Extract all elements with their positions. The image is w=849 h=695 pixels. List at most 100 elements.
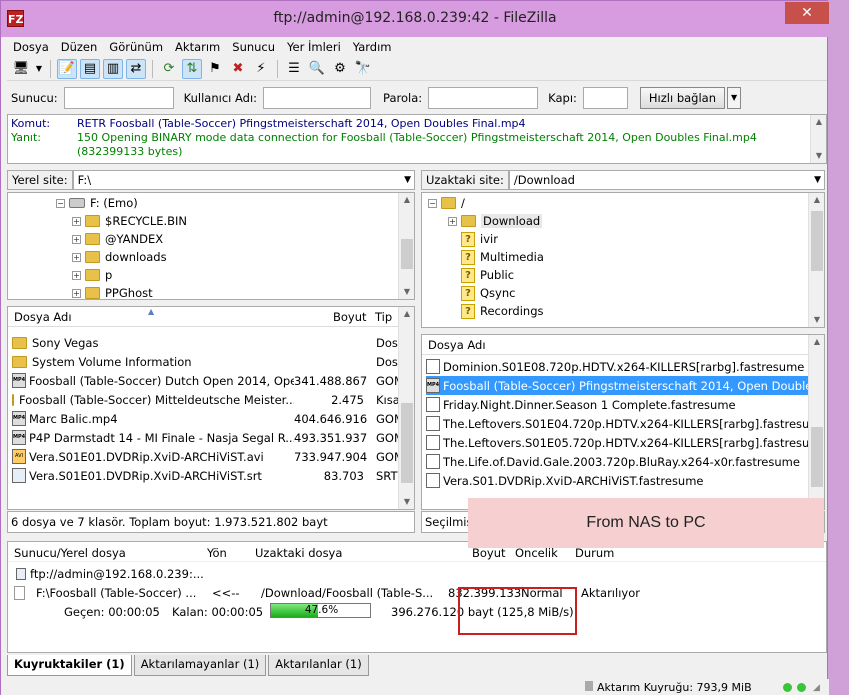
- menu-transfer[interactable]: Aktarım: [169, 38, 226, 56]
- file-row[interactable]: Vera.S01.DVDRip.XviD-ARCHiViST.fastresum…: [426, 471, 808, 490]
- menu-server[interactable]: Sunucu: [226, 38, 281, 56]
- collapse-icon[interactable]: −: [56, 198, 65, 208]
- chevron-down-icon[interactable]: ▼: [811, 149, 827, 163]
- username-input[interactable]: [263, 87, 372, 109]
- toggle-queue-icon[interactable]: ⇄: [126, 58, 146, 79]
- file-row[interactable]: MP4Marc Balic.mp4 404.646.916 GOM: [12, 409, 400, 428]
- column-header-remote-file[interactable]: Uzaktaki dosya: [255, 546, 342, 560]
- file-row[interactable]: The.Life.of.David.Gale.2003.720p.BluRay.…: [426, 452, 808, 471]
- remote-tree[interactable]: − / + Download ? ivir ? Multimedia ? Pub…: [421, 192, 825, 328]
- column-header-name[interactable]: Dosya Adı: [428, 338, 486, 352]
- remote-list-scrollbar[interactable]: ▲ ▼: [808, 335, 824, 509]
- toggle-local-tree-icon[interactable]: ▤: [80, 58, 100, 79]
- port-input[interactable]: [582, 87, 628, 109]
- local-site-path[interactable]: F:\ ▼: [72, 170, 415, 190]
- transfer-queue[interactable]: Sunucu/Yerel dosya Yön Uzaktaki dosya Bo…: [7, 541, 827, 653]
- tree-item-folder[interactable]: ? ivir: [461, 230, 498, 248]
- quickconnect-button[interactable]: Hızlı bağlan: [639, 87, 726, 109]
- chevron-down-icon[interactable]: ▼: [404, 171, 411, 189]
- tab-successful[interactable]: Aktarılanlar (1): [268, 655, 369, 676]
- reconnect-icon[interactable]: ⚡: [251, 59, 271, 79]
- tree-item-folder[interactable]: ? Qsync: [461, 284, 515, 302]
- password-input[interactable]: [428, 87, 539, 109]
- menu-bookmarks[interactable]: Yer İmleri: [281, 38, 347, 56]
- file-row-selected[interactable]: MP4 Foosball (Table-Soccer) Pfingstmeiste…: [426, 376, 808, 395]
- host-input[interactable]: [63, 87, 174, 109]
- site-manager-icon[interactable]: 🖥: [11, 59, 31, 79]
- expand-icon[interactable]: +: [72, 252, 81, 262]
- expand-icon[interactable]: +: [72, 270, 81, 280]
- chevron-down-icon[interactable]: ▼: [399, 285, 414, 299]
- collapse-icon[interactable]: −: [428, 198, 437, 208]
- column-header-priority[interactable]: Öncelik: [515, 546, 558, 560]
- chevron-up-icon[interactable]: ▲: [399, 307, 414, 321]
- tab-queued[interactable]: Kuyruktakiler (1): [7, 655, 132, 676]
- tree-item-folder[interactable]: + @YANDEX: [72, 230, 163, 248]
- file-row[interactable]: The.Leftovers.S01E05.720p.HDTV.x264-KILL…: [426, 433, 808, 452]
- chevron-up-icon[interactable]: ▲: [809, 193, 824, 207]
- column-header-status[interactable]: Durum: [575, 546, 614, 560]
- column-header-direction[interactable]: Yön: [207, 546, 227, 560]
- refresh-icon[interactable]: ⟳: [159, 59, 179, 79]
- tree-item-folder[interactable]: ? Multimedia: [461, 248, 544, 266]
- file-row[interactable]: Foosball (Table-Soccer) Mitteldeutsche M…: [12, 390, 400, 409]
- tree-item-folder[interactable]: + PPGhost: [72, 284, 153, 299]
- file-row[interactable]: Sony Vegas Dosy: [12, 333, 400, 352]
- file-row[interactable]: MP4 P4P Darmstadt 14 - MI Finale - Nasja …: [12, 428, 400, 447]
- remote-file-list[interactable]: Dosya Adı Dominion.S01E08.720p.HDTV.x264…: [421, 334, 825, 510]
- remote-site-path[interactable]: /Download ▼: [508, 170, 825, 190]
- tab-failed[interactable]: Aktarılamayanlar (1): [133, 655, 267, 676]
- menu-edit[interactable]: Düzen: [55, 38, 104, 56]
- title-bar[interactable]: FZ ftp://admin@192.168.0.239:42 - FileZi…: [1, 1, 829, 37]
- tree-item-folder[interactable]: + $RECYCLE.BIN: [72, 212, 187, 230]
- queue-transfer-row[interactable]: F:\Foosball (Table-Soccer) ... <<-- /Dow…: [14, 586, 826, 602]
- tree-item-drive[interactable]: − F: (Emo): [56, 194, 138, 212]
- close-button[interactable]: ✕: [785, 2, 829, 24]
- expand-icon[interactable]: +: [72, 216, 81, 226]
- file-row[interactable]: MP4 Foosball (Table-Soccer) Dutch Open 20…: [12, 371, 400, 390]
- scrollbar-thumb[interactable]: [401, 239, 413, 269]
- file-row[interactable]: The.Leftovers.S01E04.720p.HDTV.x264-KILL…: [426, 414, 808, 433]
- menu-file[interactable]: Dosya: [7, 38, 55, 56]
- chevron-down-icon[interactable]: ▼: [399, 495, 414, 509]
- expand-icon[interactable]: +: [72, 288, 81, 298]
- process-queue-icon[interactable]: ⇅: [182, 58, 202, 79]
- expand-icon[interactable]: +: [448, 216, 457, 226]
- chevron-up-icon[interactable]: ▲: [811, 115, 827, 129]
- directory-listing-filters-icon[interactable]: ☰: [284, 59, 304, 79]
- file-row[interactable]: Friday.Night.Dinner.Season 1 Complete.fa…: [426, 395, 808, 414]
- chevron-up-icon[interactable]: ▲: [809, 335, 824, 349]
- directory-comparison-icon[interactable]: ⚙: [330, 59, 350, 79]
- tree-item-root[interactable]: − /: [428, 194, 465, 212]
- chevron-down-icon[interactable]: ▼: [809, 313, 824, 327]
- synchronized-browsing-icon[interactable]: 🔍: [307, 59, 327, 79]
- quickconnect-dropdown[interactable]: ▼: [727, 87, 742, 109]
- scrollbar-thumb[interactable]: [811, 427, 823, 487]
- cancel-operation-icon[interactable]: ⚑: [205, 59, 225, 79]
- expand-icon[interactable]: +: [72, 234, 81, 244]
- column-header-name[interactable]: Dosya Adı: [14, 310, 72, 324]
- toggle-remote-tree-icon[interactable]: ▥: [103, 58, 123, 79]
- search-remote-files-icon[interactable]: 🔭: [353, 59, 373, 79]
- message-log[interactable]: Komut: RETR Foosball (Table-Soccer) Pfin…: [7, 114, 827, 164]
- tree-item-folder[interactable]: + downloads: [72, 248, 167, 266]
- tree-item-folder[interactable]: + Download: [448, 212, 543, 230]
- toggle-log-icon[interactable]: 📝: [57, 58, 77, 79]
- file-row[interactable]: Vera.S01E01.DVDRip.XviD-ARCHiViST.srt 83…: [12, 466, 400, 485]
- chevron-down-icon[interactable]: ▼: [34, 59, 44, 79]
- menu-help[interactable]: Yardım: [347, 38, 398, 56]
- column-header-size[interactable]: Boyut: [472, 546, 506, 560]
- chevron-up-icon[interactable]: ▲: [399, 193, 414, 207]
- local-tree-scrollbar[interactable]: ▲ ▼: [398, 193, 414, 299]
- remote-tree-scrollbar[interactable]: ▲ ▼: [808, 193, 824, 327]
- local-tree[interactable]: − F: (Emo) + $RECYCLE.BIN + @YANDEX + do…: [7, 192, 415, 300]
- file-row[interactable]: Dominion.S01E08.720p.HDTV.x264-KILLERS[r…: [426, 357, 808, 376]
- tree-item-folder[interactable]: ? Public: [461, 266, 514, 284]
- local-file-list[interactable]: Dosya Adı ▲ Boyut Tip Sony Vegas Dosy Sy…: [7, 306, 415, 510]
- column-header-size[interactable]: Boyut: [333, 310, 367, 324]
- resize-grip-icon[interactable]: ◢: [813, 683, 820, 693]
- tree-item-folder[interactable]: + p: [72, 266, 112, 284]
- disconnect-icon[interactable]: ✖: [228, 59, 248, 79]
- chevron-down-icon[interactable]: ▼: [814, 171, 821, 189]
- menu-view[interactable]: Görünüm: [103, 38, 169, 56]
